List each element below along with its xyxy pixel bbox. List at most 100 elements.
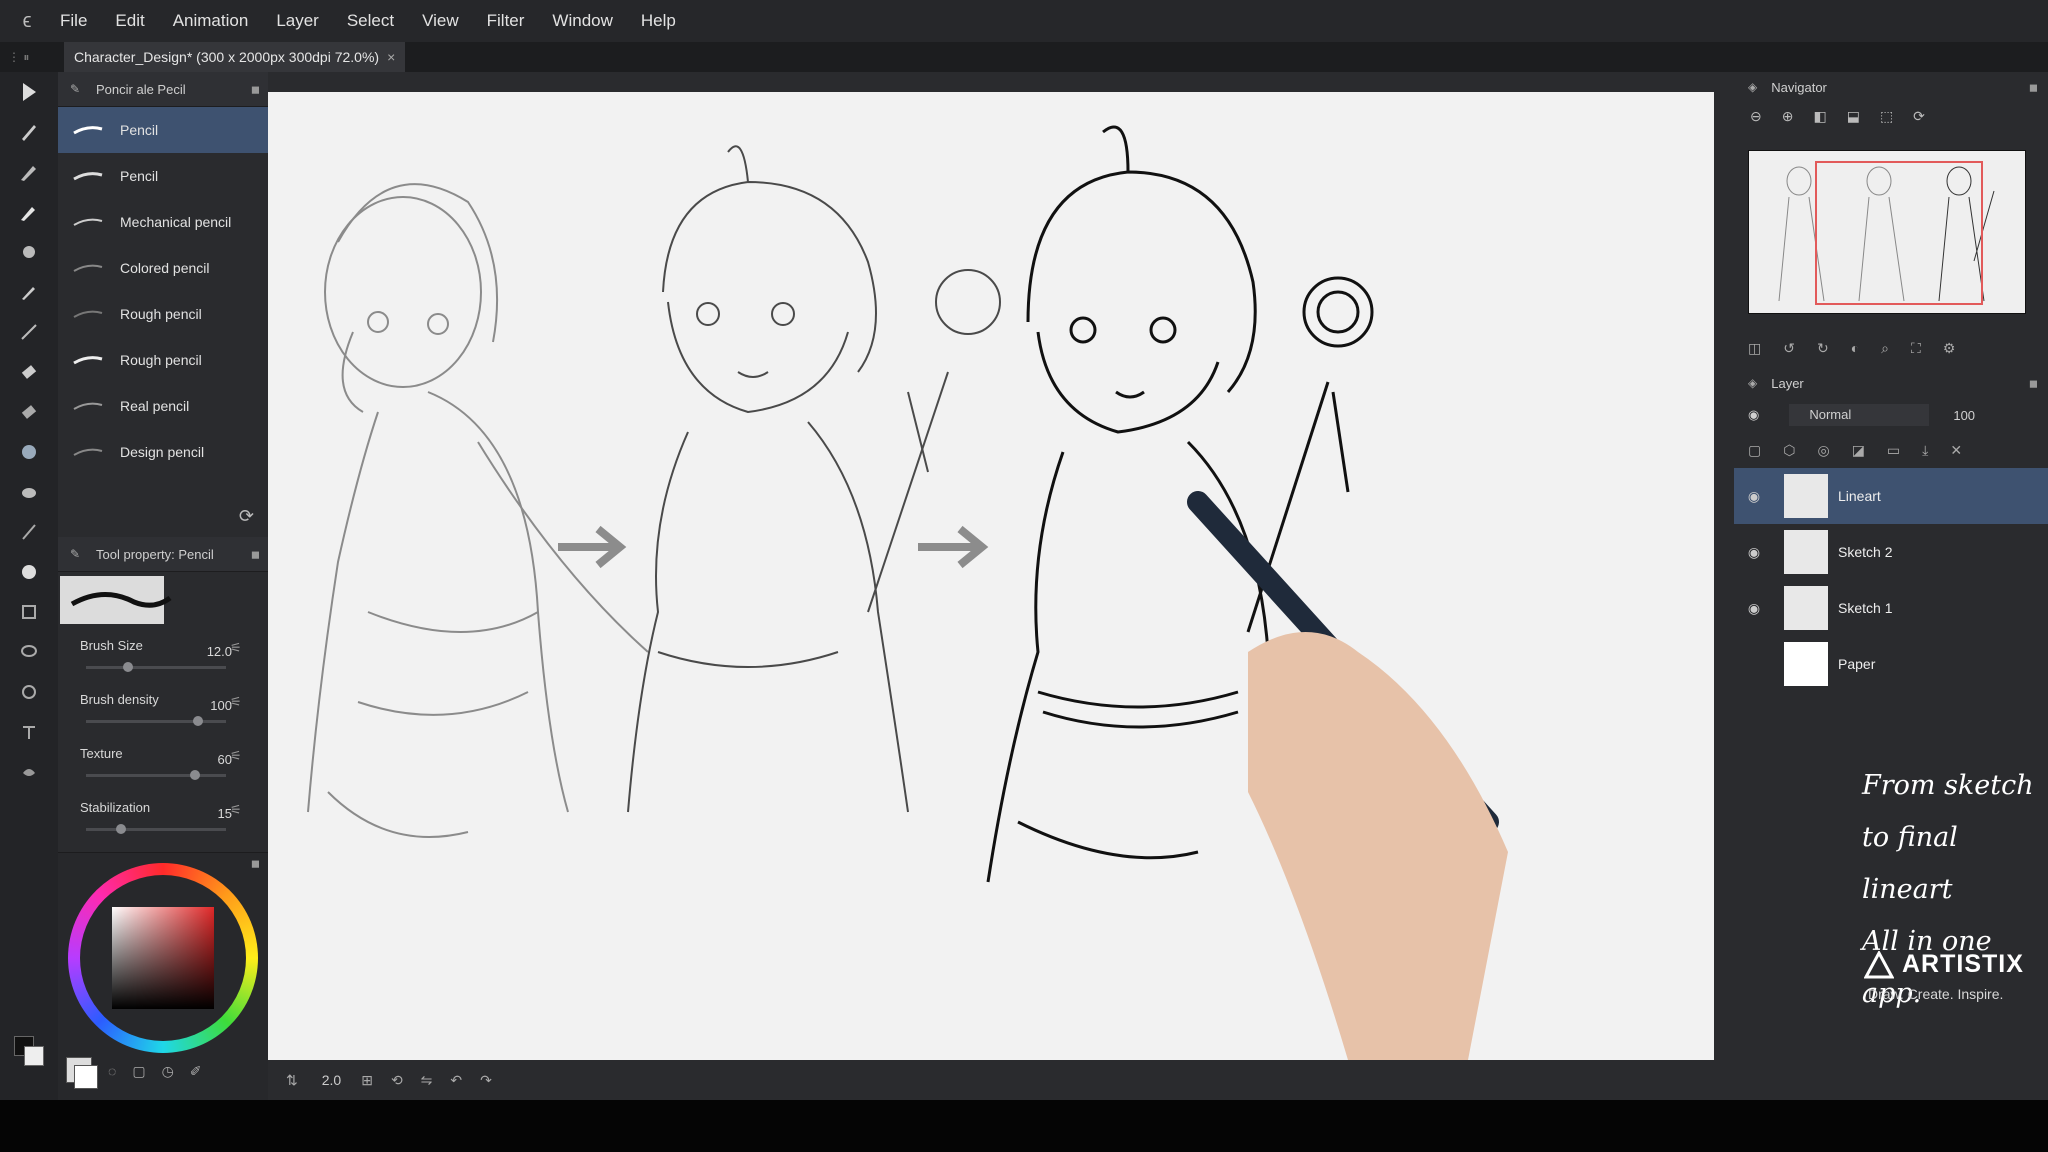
undo-icon[interactable]: ↶ xyxy=(450,1072,462,1089)
mask-icon[interactable]: ◪ xyxy=(1852,442,1865,459)
slider-knob[interactable] xyxy=(116,824,126,834)
brush-item-mechanical-pencil[interactable]: Mechanical pencil xyxy=(58,199,268,245)
delete-icon[interactable]: ✕ xyxy=(1950,442,1962,459)
fill-tool[interactable] xyxy=(0,432,58,472)
pen-tool[interactable] xyxy=(0,112,58,152)
menu-file[interactable]: File xyxy=(60,11,87,31)
eraser-tool[interactable] xyxy=(0,352,58,392)
layer-row-sketch-1[interactable]: ◉ Sketch 1 xyxy=(1734,580,2048,636)
layer-row-paper[interactable]: ◉ Paper xyxy=(1734,636,2048,692)
menu-select[interactable]: Select xyxy=(347,11,394,31)
rotate-tool[interactable] xyxy=(0,672,58,712)
text-tool[interactable] xyxy=(0,712,58,752)
brush-size-control[interactable]: Brush Size 12.0 ⚟ xyxy=(58,628,268,682)
pressure-icon[interactable]: ⚟ xyxy=(230,694,242,710)
blend-tool[interactable] xyxy=(0,472,58,512)
menu-edit[interactable]: Edit xyxy=(115,11,144,31)
transform-tool[interactable] xyxy=(0,592,58,632)
rotate-right-icon[interactable]: ↻ xyxy=(1817,340,1829,357)
brush-tool[interactable] xyxy=(0,152,58,192)
pin-icon[interactable]: ◼ xyxy=(251,83,260,96)
brush-item-rough-pencil-2[interactable]: Rough pencil xyxy=(58,337,268,383)
gradient-tool[interactable] xyxy=(0,512,58,552)
menu-filter[interactable]: Filter xyxy=(487,11,525,31)
rotate-icon[interactable]: ⟳ xyxy=(1913,108,1925,125)
pin-icon[interactable]: ◼ xyxy=(2029,377,2038,390)
brush-size-slider[interactable] xyxy=(86,662,226,672)
new-layer-icon[interactable]: ▢ xyxy=(1748,442,1761,459)
opacity-value[interactable]: 100 xyxy=(1953,408,1975,423)
color-set-icon[interactable]: ▢ xyxy=(132,1063,145,1080)
hand-tool[interactable] xyxy=(0,752,58,792)
brush-item-pencil-selected[interactable]: Pencil xyxy=(58,107,268,153)
brush-size-value[interactable]: 12.0 xyxy=(192,644,232,659)
navigator-view-frame[interactable] xyxy=(1815,161,1983,305)
pin-icon[interactable]: ◼ xyxy=(2029,81,2038,94)
slider-knob[interactable] xyxy=(193,716,203,726)
eyedropper-icon[interactable]: ✐ xyxy=(190,1063,202,1080)
menu-layer[interactable]: Layer xyxy=(276,11,319,31)
saturation-value-square[interactable] xyxy=(112,907,214,1009)
merge-icon[interactable]: ⤓ xyxy=(1922,442,1928,459)
texture-slider[interactable] xyxy=(86,770,226,780)
app-logo-icon[interactable]: ϵ xyxy=(16,10,38,32)
texture-control[interactable]: Texture 60 ⚟ xyxy=(58,736,268,790)
soft-eraser-tool[interactable] xyxy=(0,392,58,432)
document-tab[interactable]: Character_Design* (300 x 2000px 300dpi 7… xyxy=(64,42,406,72)
brush-item-colored-pencil[interactable]: Colored pencil xyxy=(58,245,268,291)
menu-help[interactable]: Help xyxy=(641,11,676,31)
visibility-eye-icon[interactable]: ◉ xyxy=(1734,488,1774,505)
stabilization-control[interactable]: Stabilization 15 ⚟ xyxy=(58,790,268,844)
flip-icon[interactable]: ⇅ xyxy=(286,1072,298,1089)
foreground-color-swatch[interactable] xyxy=(74,1065,98,1089)
fullscreen-icon[interactable]: ⛶ xyxy=(1911,340,1921,357)
slider-knob[interactable] xyxy=(190,770,201,780)
stabilization-slider[interactable] xyxy=(86,824,226,834)
rotate-left-icon[interactable]: ↺ xyxy=(1783,340,1795,357)
flip-horizontal-icon[interactable]: ◧ xyxy=(1813,108,1826,125)
texture-value[interactable]: 60 xyxy=(192,752,232,767)
flip-vertical-icon[interactable]: ⬓ xyxy=(1847,108,1860,125)
view-mode-icon[interactable]: ◐ xyxy=(1851,340,1859,356)
blend-mode-select[interactable]: Normal xyxy=(1789,404,1930,426)
layer-row-sketch-2[interactable]: ◉ Sketch 2 xyxy=(1734,524,2048,580)
brush-item-pencil[interactable]: Pencil xyxy=(58,153,268,199)
stabilization-value[interactable]: 15 xyxy=(192,806,232,821)
eyedropper-tool[interactable] xyxy=(0,552,58,592)
history-icon[interactable]: ◷ xyxy=(162,1063,174,1080)
clip-icon[interactable]: ◎ xyxy=(1817,442,1829,459)
mirror-icon[interactable]: ⇋ xyxy=(421,1072,433,1089)
zoom-icon[interactable]: ⌕ xyxy=(1881,340,1889,357)
line-tool[interactable] xyxy=(0,312,58,352)
navigator-thumbnail[interactable] xyxy=(1748,150,2026,314)
brush-item-rough-pencil[interactable]: Rough pencil xyxy=(58,291,268,337)
zoom-in-icon[interactable]: ⊕ xyxy=(1782,108,1794,125)
slider-knob[interactable] xyxy=(123,662,133,672)
zoom-fit-icon[interactable]: ⊞ xyxy=(361,1072,373,1089)
airbrush-tool[interactable] xyxy=(0,232,58,272)
color-swatch-icon[interactable] xyxy=(14,1036,44,1084)
brush-density-slider[interactable] xyxy=(86,716,226,726)
brush-item-real-pencil[interactable]: Real pencil xyxy=(58,383,268,429)
pressure-icon[interactable]: ⚟ xyxy=(230,802,242,818)
visibility-eye-icon[interactable]: ◉ xyxy=(1734,656,1774,673)
redo-icon[interactable]: ↷ xyxy=(480,1072,492,1089)
pencil-tool[interactable] xyxy=(0,192,58,232)
move-tool[interactable] xyxy=(0,72,58,112)
ink-tool[interactable] xyxy=(0,272,58,312)
brush-density-value[interactable]: 100 xyxy=(192,698,232,713)
zoom-out-icon[interactable]: ⊖ xyxy=(1750,108,1762,125)
menu-window[interactable]: Window xyxy=(552,11,612,31)
brush-density-control[interactable]: Brush density 100 ⚟ xyxy=(58,682,268,736)
layer-row-lineart[interactable]: ◉ Lineart xyxy=(1734,468,2048,524)
menu-animation[interactable]: Animation xyxy=(173,11,249,31)
pressure-icon[interactable]: ⚟ xyxy=(230,748,242,764)
settings-icon[interactable]: ⚙ xyxy=(1943,340,1956,357)
refresh-icon[interactable]: ⟳ xyxy=(239,506,254,527)
swap-colors-icon[interactable]: ◌ xyxy=(108,1063,116,1080)
panel-collapse-icon[interactable]: ⋮ ⏸ xyxy=(8,50,29,65)
pin-icon[interactable]: ◼ xyxy=(251,857,260,870)
menu-view[interactable]: View xyxy=(422,11,459,31)
eye-icon[interactable]: ◉ xyxy=(1748,407,1759,423)
pin-icon[interactable]: ◼ xyxy=(251,548,260,561)
